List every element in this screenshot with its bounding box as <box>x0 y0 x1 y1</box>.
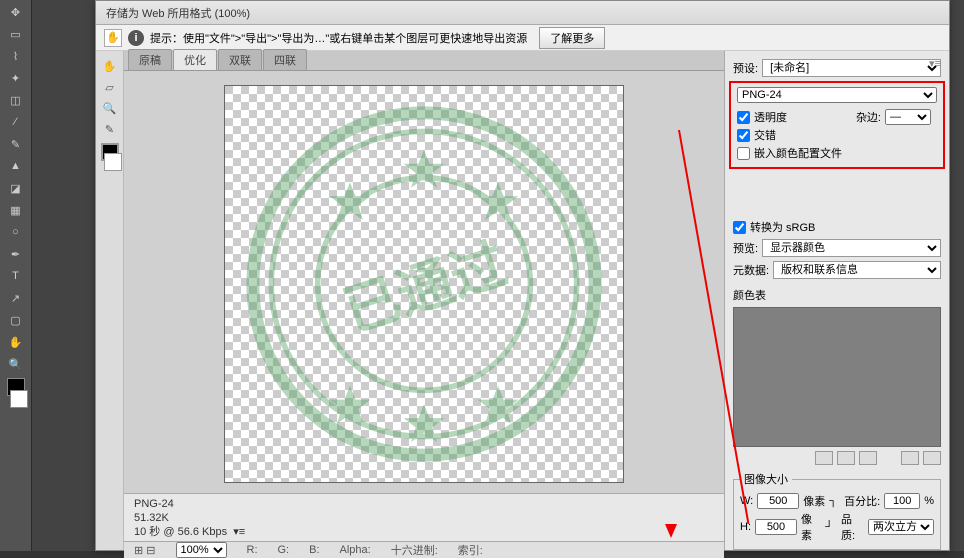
width-input[interactable] <box>757 493 799 509</box>
zoom-select[interactable]: 100% <box>176 542 227 558</box>
metadata-select[interactable]: 版权和联系信息 <box>773 261 941 279</box>
g-label: G: <box>278 544 290 556</box>
alpha-label: Alpha: <box>340 544 371 556</box>
matte-select[interactable]: — <box>885 109 931 125</box>
r-label: R: <box>247 544 258 556</box>
eraser-tool[interactable]: ◪ <box>4 178 28 198</box>
blur-tool[interactable]: ○ <box>4 222 28 242</box>
hint-bar: ✋ i 提示：使用"文件">"导出">"导出为…"或右键单击某个图层可更快速地导… <box>96 25 949 51</box>
hand-tool-icon[interactable]: ✋ <box>99 56 121 76</box>
svg-text:已通过: 已通过 <box>337 233 515 343</box>
annotation-arrowhead <box>665 524 677 544</box>
ct-btn-3[interactable] <box>859 451 877 465</box>
pct-label: 百分比: <box>844 493 880 509</box>
height-input[interactable] <box>755 519 797 535</box>
ct-btn-4[interactable] <box>901 451 919 465</box>
preview-label: 预览: <box>733 240 758 256</box>
info-icon: i <box>128 30 144 46</box>
slice-tool-icon[interactable]: ▱ <box>99 77 121 97</box>
dialog-title: 存储为 Web 所用格式 (100%) <box>96 1 949 25</box>
lasso-tool[interactable]: ⌇ <box>4 46 28 66</box>
preview-pane: 原稿 优化 双联 四联 已 <box>124 51 724 550</box>
wand-tool[interactable]: ✦ <box>4 68 28 88</box>
colortable-label: 颜色表 <box>733 287 941 303</box>
tab-original[interactable]: 原稿 <box>128 49 172 70</box>
image-size-group: 图像大小 W: 像素 ┐ 百分比: % H: 像素 ┘ 品质: 两次立方 <box>733 471 941 550</box>
metadata-label: 元数据: <box>733 262 769 278</box>
ct-btn-5[interactable] <box>923 451 941 465</box>
preview-canvas: 已通过 <box>224 85 624 483</box>
convert-srgb-label: 转换为 sRGB <box>750 219 815 235</box>
shape-tool[interactable]: ▢ <box>4 310 28 330</box>
status-format: PNG-24 <box>134 497 714 511</box>
view-tabs: 原稿 优化 双联 四联 <box>124 51 724 71</box>
index-label: 索引: <box>458 542 483 558</box>
learn-more-button[interactable]: 了解更多 <box>539 27 605 49</box>
preset-select[interactable]: [未命名] <box>762 59 941 77</box>
eyedropper-tool[interactable]: ⁄ <box>4 112 28 132</box>
percent-input[interactable] <box>884 493 920 509</box>
tab-optimized[interactable]: 优化 <box>173 49 217 70</box>
marquee-tool[interactable]: ▭ <box>4 24 28 44</box>
unit-h: 像素 <box>801 511 821 543</box>
tab-2up[interactable]: 双联 <box>218 49 262 70</box>
type-tool[interactable]: T <box>4 266 28 286</box>
pen-tool[interactable]: ✒ <box>4 244 28 264</box>
embed-profile-checkbox[interactable] <box>737 147 750 160</box>
interlaced-checkbox[interactable] <box>737 129 750 142</box>
eyedropper-tool-icon[interactable]: ✎ <box>99 119 121 139</box>
hand-tool[interactable]: ✋ <box>4 332 28 352</box>
b-label: B: <box>309 544 319 556</box>
interlaced-label: 交错 <box>754 127 776 143</box>
brush-tool[interactable]: ✎ <box>4 134 28 154</box>
tab-4up[interactable]: 四联 <box>263 49 307 70</box>
preset-label: 预设: <box>733 60 758 76</box>
ps-toolbar: ✥ ▭ ⌇ ✦ ◫ ⁄ ✎ ▲ ◪ ▦ ○ ✒ T ↗ ▢ ✋ 🔍 <box>0 0 32 551</box>
hex-label: 十六进制: <box>391 542 438 558</box>
transparency-checkbox[interactable] <box>737 111 750 124</box>
settings-panel: 预设: [未命名] ▾≡ PNG-24 透明度 杂边:— 交错 嵌入颜色配置文件… <box>724 51 949 550</box>
zoom-tool-icon[interactable]: 🔍 <box>99 98 121 118</box>
hand-icon[interactable]: ✋ <box>104 29 122 47</box>
move-tool[interactable]: ✥ <box>4 2 28 22</box>
embed-profile-label: 嵌入颜色配置文件 <box>754 145 842 161</box>
convert-srgb-checkbox[interactable] <box>733 221 746 234</box>
status-bar: PNG-24 51.32K 10 秒 @ 56.6 Kbps ▾≡ <box>124 493 724 541</box>
stamp-image: 已通过 <box>239 99 609 469</box>
transparency-label: 透明度 <box>754 109 787 125</box>
bottom-bar: ⊞ ⊟ 100% R: G: B: Alpha: 十六进制: 索引: <box>124 541 724 558</box>
ct-btn-2[interactable] <box>837 451 855 465</box>
imagesize-legend: 图像大小 <box>740 471 792 487</box>
bg-swatch[interactable] <box>104 153 122 171</box>
panel-menu-icon[interactable]: ▾≡ <box>929 57 941 70</box>
background-swatch[interactable] <box>10 390 28 408</box>
save-for-web-dialog: 存储为 Web 所用格式 (100%) ✋ i 提示：使用"文件">"导出">"… <box>95 0 950 551</box>
quality-select[interactable]: 两次立方 <box>868 519 934 535</box>
unit-w: 像素 <box>803 493 825 509</box>
color-table <box>733 307 941 447</box>
format-options-box: PNG-24 透明度 杂边:— 交错 嵌入颜色配置文件 <box>729 81 945 169</box>
zoom-tool[interactable]: 🔍 <box>4 354 28 374</box>
hint-text: 提示：使用"文件">"导出">"导出为…"或右键单击某个图层可更快速地导出资源 <box>150 30 527 46</box>
path-tool[interactable]: ↗ <box>4 288 28 308</box>
status-time: 10 秒 @ 56.6 Kbps <box>134 526 227 538</box>
pct-sign: % <box>924 495 934 507</box>
dialog-tools: ✋ ▱ 🔍 ✎ <box>96 51 124 550</box>
quality-label: 品质: <box>841 511 864 543</box>
status-size: 51.32K <box>134 511 714 525</box>
gradient-tool[interactable]: ▦ <box>4 200 28 220</box>
format-select[interactable]: PNG-24 <box>737 87 937 103</box>
clone-tool[interactable]: ▲ <box>4 156 28 176</box>
matte-label: 杂边: <box>856 109 881 125</box>
preview-select[interactable]: 显示器颜色 <box>762 239 941 257</box>
ct-btn-1[interactable] <box>815 451 833 465</box>
crop-tool[interactable]: ◫ <box>4 90 28 110</box>
